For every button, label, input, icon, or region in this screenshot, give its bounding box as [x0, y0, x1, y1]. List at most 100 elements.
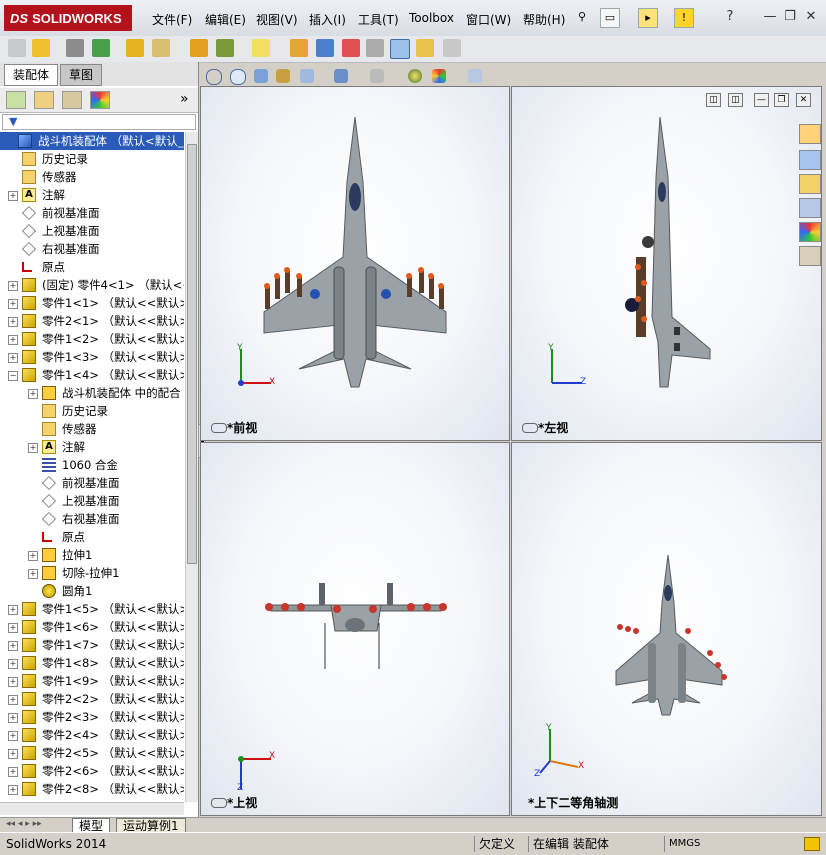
tree-expander-icon[interactable]: +: [8, 353, 18, 363]
hide-show-items-icon[interactable]: [370, 69, 384, 83]
viewport-link-icon[interactable]: [522, 423, 538, 433]
exploded-view-icon[interactable]: [342, 39, 360, 57]
take-snapshot-icon[interactable]: [443, 39, 461, 57]
section-view-icon[interactable]: [276, 69, 290, 83]
new-document-icon[interactable]: ▭: [600, 8, 620, 28]
solidworks-logo[interactable]: DS SOLIDWORKS: [4, 5, 132, 31]
insert-components-icon[interactable]: [32, 39, 50, 57]
tree-node[interactable]: + 零件2<2> （默认<<默认>_外: [0, 690, 184, 708]
tab-scroll-arrows-icon[interactable]: ◂◂ ◂ ▸ ▸▸: [6, 819, 42, 829]
tree-node[interactable]: 传感器: [0, 420, 184, 438]
tab-sketch[interactable]: 草图: [60, 64, 103, 86]
tree-expander-icon[interactable]: +: [8, 749, 18, 759]
viewport-front[interactable]: Y X *前视: [200, 86, 510, 441]
display-style-icon[interactable]: [334, 69, 348, 83]
new-motion-study-icon[interactable]: [290, 39, 308, 57]
tree-node[interactable]: 原点: [0, 528, 184, 546]
open-folder-icon[interactable]: ▸: [638, 8, 658, 28]
tree-vertical-scrollbar[interactable]: [185, 132, 198, 802]
tag-icon[interactable]: [804, 837, 820, 851]
mate-icon[interactable]: [66, 39, 84, 57]
instant3d-icon[interactable]: [390, 39, 410, 59]
tree-horizontal-scrollbar[interactable]: [0, 802, 184, 815]
viewport-top[interactable]: X Z *上视: [200, 442, 510, 816]
tree-expander-icon[interactable]: +: [8, 641, 18, 651]
tree-expander-icon[interactable]: +: [8, 191, 18, 201]
tree-node[interactable]: 右视基准面: [0, 510, 184, 528]
smart-fasteners-icon[interactable]: [126, 39, 144, 57]
tree-node[interactable]: + 零件1<1> （默认<<默认>_外: [0, 294, 184, 312]
feature-manager-icon[interactable]: [6, 91, 26, 109]
viewport-isometric[interactable]: Y X Z *上下二等角轴测: [511, 442, 822, 816]
tree-filter[interactable]: ▼: [2, 114, 196, 130]
move-component-icon[interactable]: [152, 39, 170, 57]
tree-node[interactable]: 历史记录: [0, 150, 184, 168]
pin-icon[interactable]: ⚲: [572, 8, 592, 28]
display-manager-icon[interactable]: [90, 91, 110, 109]
status-units[interactable]: MMGS: [664, 836, 700, 852]
restore-button[interactable]: ❐: [782, 9, 798, 25]
tree-node[interactable]: 战斗机装配体 （默认<默认_显: [0, 132, 184, 150]
design-library-icon[interactable]: [799, 150, 821, 170]
show-hidden-icon[interactable]: [190, 39, 208, 57]
menu-view[interactable]: 视图(V): [256, 11, 298, 28]
menu-tools[interactable]: 工具(T): [358, 11, 399, 28]
zoom-to-area-icon[interactable]: [230, 69, 246, 85]
property-manager-icon[interactable]: [34, 91, 54, 109]
rebuild-warning-icon[interactable]: !: [674, 8, 694, 28]
tree-expander-icon[interactable]: +: [8, 299, 18, 309]
tree-node[interactable]: 右视基准面: [0, 240, 184, 258]
linear-pattern-icon[interactable]: [92, 39, 110, 57]
configuration-manager-icon[interactable]: [62, 91, 82, 109]
view-orientation-icon[interactable]: [300, 69, 314, 83]
tree-node[interactable]: 原点: [0, 258, 184, 276]
tree-node[interactable]: + 战斗机装配体 中的配合: [0, 384, 184, 402]
assembly-features-icon[interactable]: [216, 39, 234, 57]
previous-view-icon[interactable]: [254, 69, 268, 83]
appearances-scenes-icon[interactable]: [799, 222, 821, 242]
tree-node[interactable]: + 拉伸1: [0, 546, 184, 564]
scrollbar-thumb[interactable]: [187, 144, 197, 564]
menu-toolbox[interactable]: Toolbox: [409, 11, 454, 25]
explode-line-sketch-icon[interactable]: [366, 39, 384, 57]
tree-node[interactable]: + 零件2<5> （默认<<默认>_外: [0, 744, 184, 762]
custom-properties-icon[interactable]: [799, 246, 821, 266]
tree-expander-icon[interactable]: +: [8, 317, 18, 327]
tree-node[interactable]: + 零件1<2> （默认<<默认>_外: [0, 330, 184, 348]
zoom-to-fit-icon[interactable]: [206, 69, 222, 85]
tree-expander-icon[interactable]: +: [8, 731, 18, 741]
tree-node[interactable]: + 零件2<1> （默认<<默认>_外: [0, 312, 184, 330]
tree-node[interactable]: + 零件1<6> （默认<<默认>_外: [0, 618, 184, 636]
file-explorer-icon[interactable]: [799, 174, 821, 194]
viewport-link-icon[interactable]: [211, 423, 227, 433]
view-settings-icon[interactable]: [468, 69, 482, 83]
tree-node[interactable]: 传感器: [0, 168, 184, 186]
viewport-link-icon[interactable]: [211, 798, 227, 808]
tree-node[interactable]: + 零件1<3> （默认<<默认>_外: [0, 348, 184, 366]
tree-node[interactable]: + (固定) 零件4<1> （默认<<默: [0, 276, 184, 294]
tree-expander-icon[interactable]: +: [28, 443, 38, 453]
apply-scene-icon[interactable]: [432, 69, 446, 83]
tree-node[interactable]: + 零件2<8> （默认<<默认>_外: [0, 780, 184, 798]
tree-node[interactable]: 上视基准面: [0, 222, 184, 240]
tree-expander-icon[interactable]: +: [28, 551, 38, 561]
menu-edit[interactable]: 编辑(E): [205, 11, 246, 28]
filter-icon[interactable]: ▼: [9, 115, 17, 128]
tree-node[interactable]: + 零件1<8> （默认<<默认>_外: [0, 654, 184, 672]
tree-node[interactable]: 1060 合金: [0, 456, 184, 474]
tree-expander-icon[interactable]: +: [8, 785, 18, 795]
tree-expander-icon[interactable]: +: [8, 677, 18, 687]
tree-expander-icon[interactable]: +: [8, 695, 18, 705]
reference-geometry-icon[interactable]: [252, 39, 270, 57]
tree-node[interactable]: + 零件2<6> （默认<<默认>_外: [0, 762, 184, 780]
tree-node[interactable]: + A 注解: [0, 438, 184, 456]
solidworks-resources-icon[interactable]: [799, 124, 821, 144]
tree-expander-icon[interactable]: +: [28, 389, 38, 399]
menu-insert[interactable]: 插入(I): [309, 11, 346, 28]
tree-node[interactable]: + 零件2<3> （默认<<默认>_外: [0, 708, 184, 726]
edit-component-icon[interactable]: [8, 39, 26, 57]
speedpak-icon[interactable]: [416, 39, 434, 57]
close-button[interactable]: ✕: [803, 9, 819, 25]
expand-panel-icon[interactable]: »: [180, 91, 189, 107]
tree-node[interactable]: + A 注解: [0, 186, 184, 204]
